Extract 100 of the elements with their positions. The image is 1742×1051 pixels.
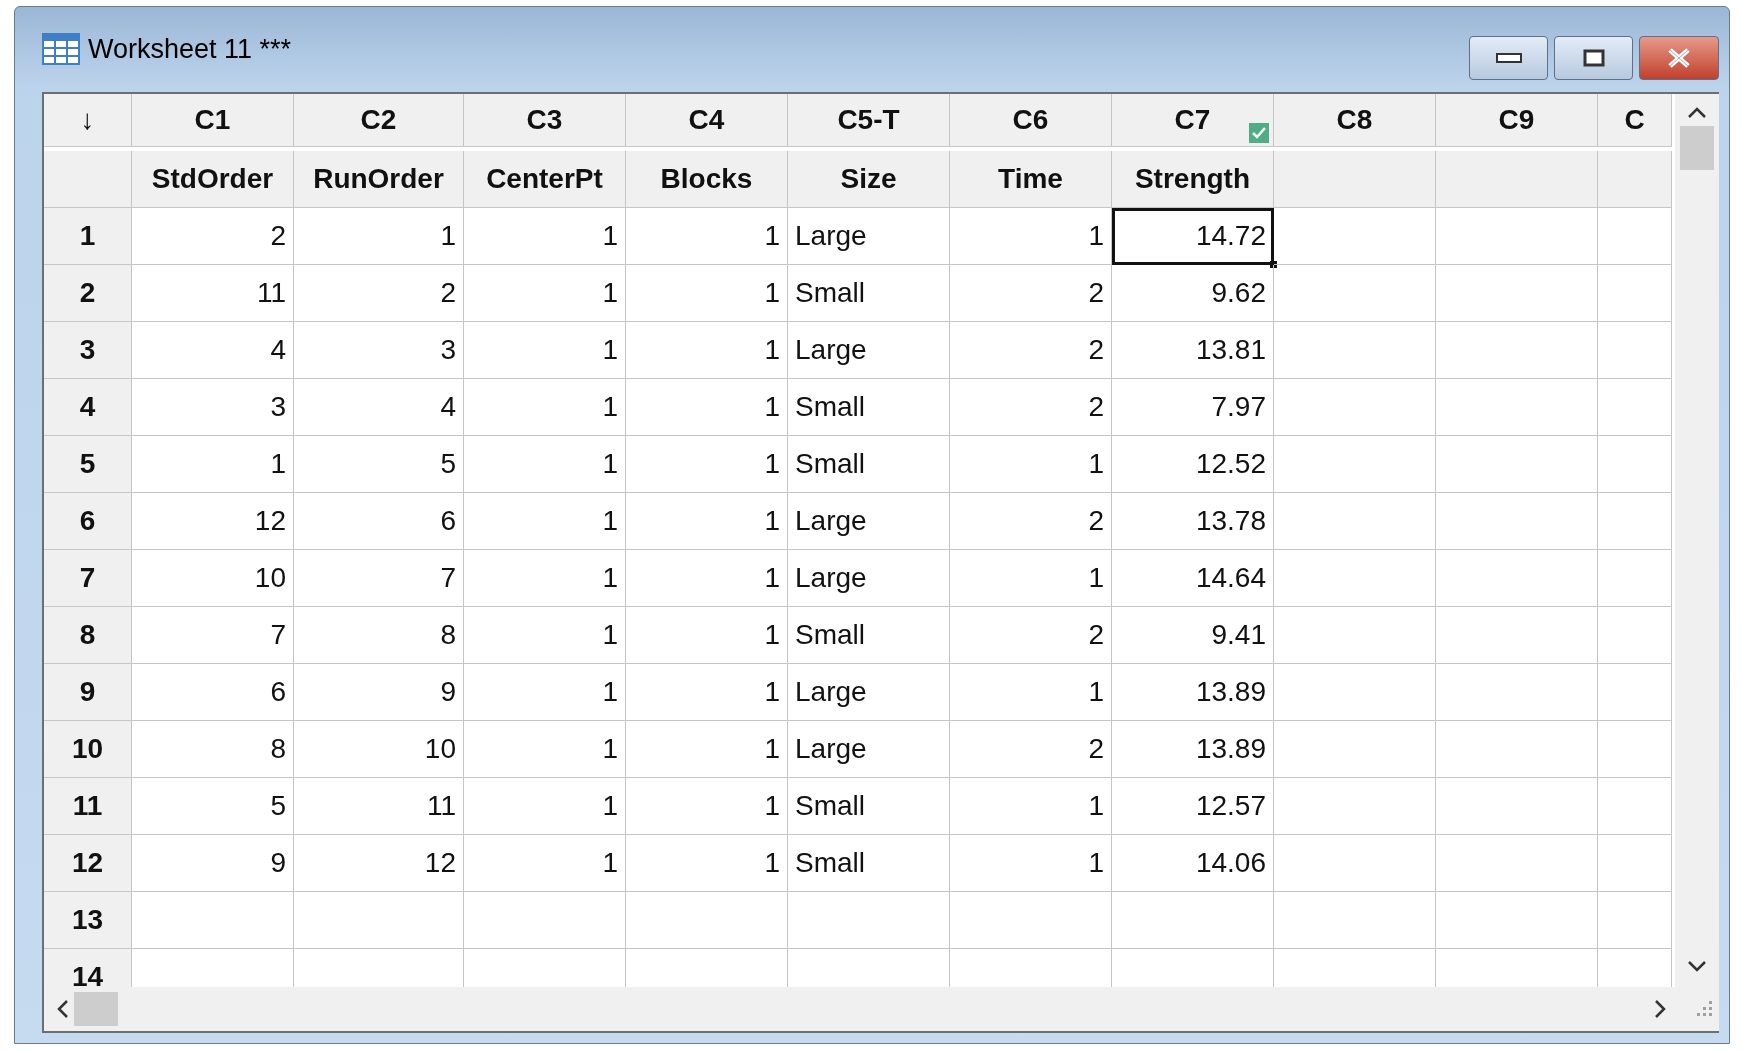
table-cell: 2 — [950, 493, 1112, 550]
table-cell: 6 — [132, 664, 294, 721]
row-number[interactable]: 3 — [44, 322, 132, 379]
table-cell: Small — [788, 436, 950, 493]
table-cell: 1 — [626, 607, 788, 664]
table-cell: 2 — [132, 208, 294, 265]
row-number[interactable]: 1 — [44, 208, 132, 265]
table-cell: Large — [788, 208, 950, 265]
column-header[interactable]: C9 — [1436, 94, 1598, 147]
table-cell: 1 — [626, 208, 788, 265]
worksheet-icon — [42, 32, 80, 67]
table-cell: 12.57 — [1112, 778, 1274, 835]
table-cell: 2 — [950, 721, 1112, 778]
table-cell: 7.97 — [1112, 379, 1274, 436]
table-cell: 9.62 — [1112, 265, 1274, 322]
column-header[interactable]: C1 — [132, 94, 294, 147]
table-cell: 1 — [950, 664, 1112, 721]
table-cell: Small — [788, 778, 950, 835]
table-cell: 7 — [132, 607, 294, 664]
row-number[interactable]: 13 — [44, 892, 132, 949]
scrollbar-thumb[interactable] — [1680, 126, 1714, 170]
table-cell: Small — [788, 835, 950, 892]
table-cell: 6 — [294, 493, 464, 550]
column-header[interactable]: C — [1598, 94, 1672, 147]
table-cell: Small — [788, 379, 950, 436]
table-cell: 1 — [464, 322, 626, 379]
table-cell: 1 — [464, 493, 626, 550]
row-number[interactable]: 5 — [44, 436, 132, 493]
row-number[interactable]: 2 — [44, 265, 132, 322]
row-number[interactable]: 4 — [44, 379, 132, 436]
table-cell: 1 — [464, 835, 626, 892]
scrollbar-thumb[interactable] — [74, 992, 118, 1026]
scroll-down-icon[interactable] — [1686, 959, 1708, 973]
table-cell: 1 — [464, 550, 626, 607]
table-cell: 1 — [626, 436, 788, 493]
table-cell: 9.41 — [1112, 607, 1274, 664]
restore-icon — [1582, 49, 1605, 67]
table-cell: 1 — [950, 778, 1112, 835]
column-name: Size — [788, 151, 950, 208]
table-cell: 1 — [626, 550, 788, 607]
table-cell: Large — [788, 493, 950, 550]
column-header[interactable]: C7 — [1112, 94, 1274, 147]
table-cell: 1 — [464, 721, 626, 778]
table-cell: 5 — [294, 436, 464, 493]
resize-grip-icon[interactable] — [1697, 1001, 1713, 1017]
scroll-left-icon[interactable] — [56, 998, 70, 1020]
column-header[interactable]: C8 — [1274, 94, 1436, 147]
table-cell: 3 — [132, 379, 294, 436]
table-cell: 14.06 — [1112, 835, 1274, 892]
table-cell: 7 — [294, 550, 464, 607]
table-cell: 13.89 — [1112, 721, 1274, 778]
scroll-right-icon[interactable] — [1653, 998, 1667, 1020]
column-header[interactable]: C5-T — [788, 94, 950, 147]
table-cell: 14.72 — [1112, 208, 1274, 265]
column-name: Time — [950, 151, 1112, 208]
table-cell: 5 — [132, 778, 294, 835]
row-number[interactable]: 9 — [44, 664, 132, 721]
table-cell: 1 — [626, 778, 788, 835]
fill-handle[interactable] — [1270, 261, 1277, 268]
column-header[interactable]: C6 — [950, 94, 1112, 147]
column-header[interactable]: C3 — [464, 94, 626, 147]
close-icon — [1666, 47, 1692, 69]
table-cell: 2 — [950, 379, 1112, 436]
row-number[interactable]: 14 — [44, 949, 132, 987]
column-header[interactable]: C2 — [294, 94, 464, 147]
table-cell: 10 — [294, 721, 464, 778]
table-cell: 1 — [132, 436, 294, 493]
table-cell: 1 — [626, 493, 788, 550]
scroll-up-icon[interactable] — [1686, 106, 1708, 120]
table-cell: 1 — [626, 664, 788, 721]
column-header[interactable]: C4 — [626, 94, 788, 147]
table-cell: 1 — [464, 778, 626, 835]
table-cell: 14.64 — [1112, 550, 1274, 607]
table-cell: 1 — [626, 265, 788, 322]
table-cell: 4 — [294, 379, 464, 436]
table-cell: 8 — [132, 721, 294, 778]
table-cell: 2 — [950, 607, 1112, 664]
row-number[interactable]: 11 — [44, 778, 132, 835]
table-cell: 2 — [950, 322, 1112, 379]
minimize-icon — [1495, 53, 1522, 63]
table-cell: 1 — [950, 835, 1112, 892]
table-cell: Large — [788, 322, 950, 379]
table-cell: Large — [788, 721, 950, 778]
table-cell: 1 — [626, 322, 788, 379]
table-cell: 11 — [294, 778, 464, 835]
table-cell: 12 — [294, 835, 464, 892]
table-cell: Small — [788, 265, 950, 322]
row-number[interactable]: 12 — [44, 835, 132, 892]
table-cell: 1 — [464, 664, 626, 721]
minimize-button[interactable] — [1469, 36, 1548, 80]
row-number[interactable]: 8 — [44, 607, 132, 664]
table-cell: 1 — [464, 607, 626, 664]
row-number[interactable]: 7 — [44, 550, 132, 607]
select-all-button[interactable]: ↓ — [44, 94, 132, 147]
close-button[interactable] — [1639, 36, 1719, 80]
row-number[interactable]: 6 — [44, 493, 132, 550]
table-cell: 11 — [132, 265, 294, 322]
restore-button[interactable] — [1554, 36, 1633, 80]
row-number[interactable]: 10 — [44, 721, 132, 778]
table-cell: 1 — [464, 379, 626, 436]
